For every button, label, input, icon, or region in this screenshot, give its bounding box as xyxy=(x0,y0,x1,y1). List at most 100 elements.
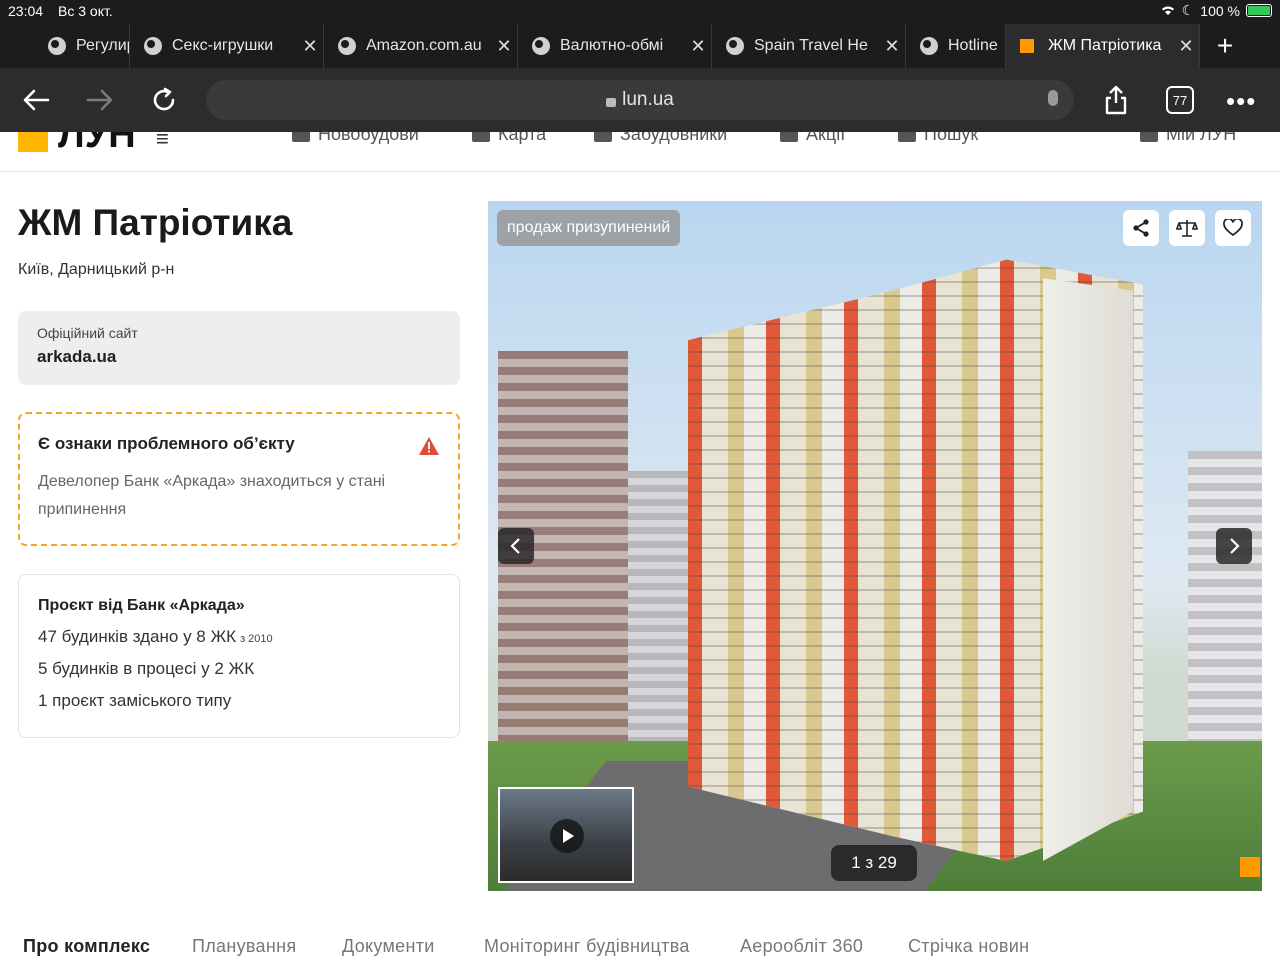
warning-text: Девелопер Банк «Аркада» знаходиться у ст… xyxy=(38,473,386,518)
crane-icon xyxy=(594,132,612,142)
close-icon[interactable]: ✕ xyxy=(879,36,905,57)
developer-built: 47 будинків здано у 8 ЖК з 2010 xyxy=(38,627,440,647)
built-text: 47 будинків здано у 8 ЖК xyxy=(38,627,237,646)
tab-count-button[interactable]: 77 xyxy=(1166,86,1194,114)
heart-icon xyxy=(1223,219,1243,237)
sales-paused-badge: продаж призупинений xyxy=(497,210,681,246)
previous-photo-button[interactable] xyxy=(498,528,534,564)
next-photo-button[interactable] xyxy=(1216,528,1252,564)
tab-aerial-360[interactable]: Аерообліт 360 xyxy=(740,936,863,957)
tab-about[interactable]: Про комплекс xyxy=(23,936,150,957)
official-site-link[interactable]: arkada.ua xyxy=(37,347,441,367)
tab-label: ЖМ Патріотика xyxy=(1048,37,1162,54)
photo-gallery[interactable]: продаж призупинений 1 з 29 xyxy=(488,201,1262,891)
new-tab-button[interactable]: + xyxy=(1200,24,1250,68)
tab-documents[interactable]: Документи xyxy=(342,936,435,957)
browser-toolbar: lun.ua 77 ••• xyxy=(0,68,1280,132)
tab-label: Секс-игрушки xyxy=(172,37,274,54)
tab-construction-monitoring[interactable]: Моніторинг будівництва xyxy=(484,936,690,957)
site-header: ЛУН ≡ Новобудови Карта Забудовники Акції… xyxy=(0,132,1280,172)
address-bar[interactable]: lun.ua xyxy=(206,80,1074,120)
nav-promotions[interactable]: Акції xyxy=(780,132,845,145)
favorite-button[interactable] xyxy=(1215,210,1251,246)
page-title: ЖМ Патріотика xyxy=(18,202,293,243)
site-logo[interactable]: ЛУН xyxy=(58,132,136,157)
status-time: 23:04 xyxy=(8,3,44,19)
official-site-label: Офіційний сайт xyxy=(37,325,138,341)
close-icon[interactable]: ✕ xyxy=(685,36,711,57)
more-icon[interactable]: ••• xyxy=(1226,86,1256,117)
tab-0[interactable]: Регулиру xyxy=(0,24,130,68)
nav-new-buildings[interactable]: Новобудови xyxy=(292,132,419,145)
tab-news-feed[interactable]: Стрічка новин xyxy=(908,936,1029,957)
developer-in-progress: 5 будинків в процесі у 2 ЖК xyxy=(38,659,255,678)
photo-building-back xyxy=(628,471,688,771)
built-since: з 2010 xyxy=(240,633,273,645)
browser-chrome: 23:04 Вс 3 окт. ☾ 100 % Регулиру Секс-иг… xyxy=(0,0,1280,132)
nav-search[interactable]: Пошук xyxy=(898,132,978,145)
globe-icon xyxy=(726,37,744,55)
tab-5[interactable]: Hotline xyxy=(906,24,1006,68)
video-thumbnail[interactable] xyxy=(498,787,634,883)
developer-title[interactable]: Проєкт від Банк «Аркада» xyxy=(38,597,440,615)
problem-warning: Є ознаки проблемного об’єкту Девелопер Б… xyxy=(18,412,460,546)
play-icon[interactable] xyxy=(550,819,584,853)
share-gallery-button[interactable] xyxy=(1123,210,1159,246)
nav-developers[interactable]: Забудовники xyxy=(594,132,727,145)
globe-icon xyxy=(532,37,550,55)
share-icon xyxy=(1105,85,1127,115)
tab-3[interactable]: Валютно-обмі ✕ xyxy=(518,24,712,68)
lock-icon xyxy=(606,97,617,107)
photo-counter: 1 з 29 xyxy=(831,845,917,881)
tab-active[interactable]: ЖМ Патріотика ✕ xyxy=(1006,24,1200,68)
reload-icon xyxy=(153,87,175,111)
nav-label: Забудовники xyxy=(620,132,728,144)
wifi-icon xyxy=(1160,3,1176,19)
location[interactable]: Київ, Дарницький р-н xyxy=(18,261,174,279)
arrow-right-icon xyxy=(86,89,113,111)
lun-watermark-icon xyxy=(1240,857,1260,877)
lun-favicon-icon xyxy=(1020,39,1034,53)
tab-label: Регулиру xyxy=(76,37,129,54)
close-icon[interactable]: ✕ xyxy=(1173,36,1199,57)
nav-map[interactable]: Карта xyxy=(472,132,546,145)
status-bar: 23:04 Вс 3 окт. ☾ 100 % xyxy=(0,0,1280,22)
tab-plans[interactable]: Планування xyxy=(192,936,296,957)
battery-icon xyxy=(1246,4,1272,17)
lun-logo-icon[interactable] xyxy=(18,132,48,152)
warning-title: Є ознаки проблемного об’єкту xyxy=(38,434,295,453)
official-site-box[interactable]: Офіційний сайт arkada.ua xyxy=(18,311,460,385)
forward-button[interactable] xyxy=(80,80,120,120)
tab-1[interactable]: Секс-игрушки ✕ xyxy=(130,24,324,68)
globe-icon xyxy=(48,37,66,55)
nav-label: Мій ЛУН xyxy=(1166,132,1237,144)
heart-icon xyxy=(1140,132,1158,142)
nav-label: Карта xyxy=(498,132,547,144)
photo-building-tower xyxy=(1043,278,1133,861)
microphone-icon[interactable] xyxy=(1048,90,1058,106)
close-icon[interactable]: ✕ xyxy=(297,36,323,57)
battery-percent: 100 % xyxy=(1200,2,1240,19)
nav-my-lun[interactable]: Мій ЛУН xyxy=(1140,132,1236,145)
url-text: lun.ua xyxy=(622,89,674,110)
back-button[interactable] xyxy=(16,80,56,120)
photo-building-left xyxy=(498,351,628,781)
share-icon xyxy=(1133,219,1149,237)
close-icon[interactable]: ✕ xyxy=(491,36,517,57)
tag-icon xyxy=(780,132,798,142)
nav-label: Пошук xyxy=(924,132,979,144)
compare-button[interactable] xyxy=(1169,210,1205,246)
photo-building-right xyxy=(1188,451,1262,781)
tab-4[interactable]: Spain Travel He ✕ xyxy=(712,24,906,68)
globe-icon xyxy=(920,37,938,55)
nav-label: Новобудови xyxy=(318,132,419,144)
section-tabs: Про комплекс Планування Документи Моніто… xyxy=(0,930,1280,960)
scales-icon xyxy=(1176,220,1198,237)
tab-2[interactable]: Amazon.com.au ✕ xyxy=(324,24,518,68)
reload-button[interactable] xyxy=(144,80,184,120)
developer-card: Проєкт від Банк «Аркада» 47 будинків зда… xyxy=(18,574,460,738)
share-button[interactable] xyxy=(1096,80,1136,120)
menu-icon[interactable]: ≡ xyxy=(156,132,169,152)
globe-icon xyxy=(338,37,356,55)
arrow-left-icon xyxy=(23,89,50,111)
